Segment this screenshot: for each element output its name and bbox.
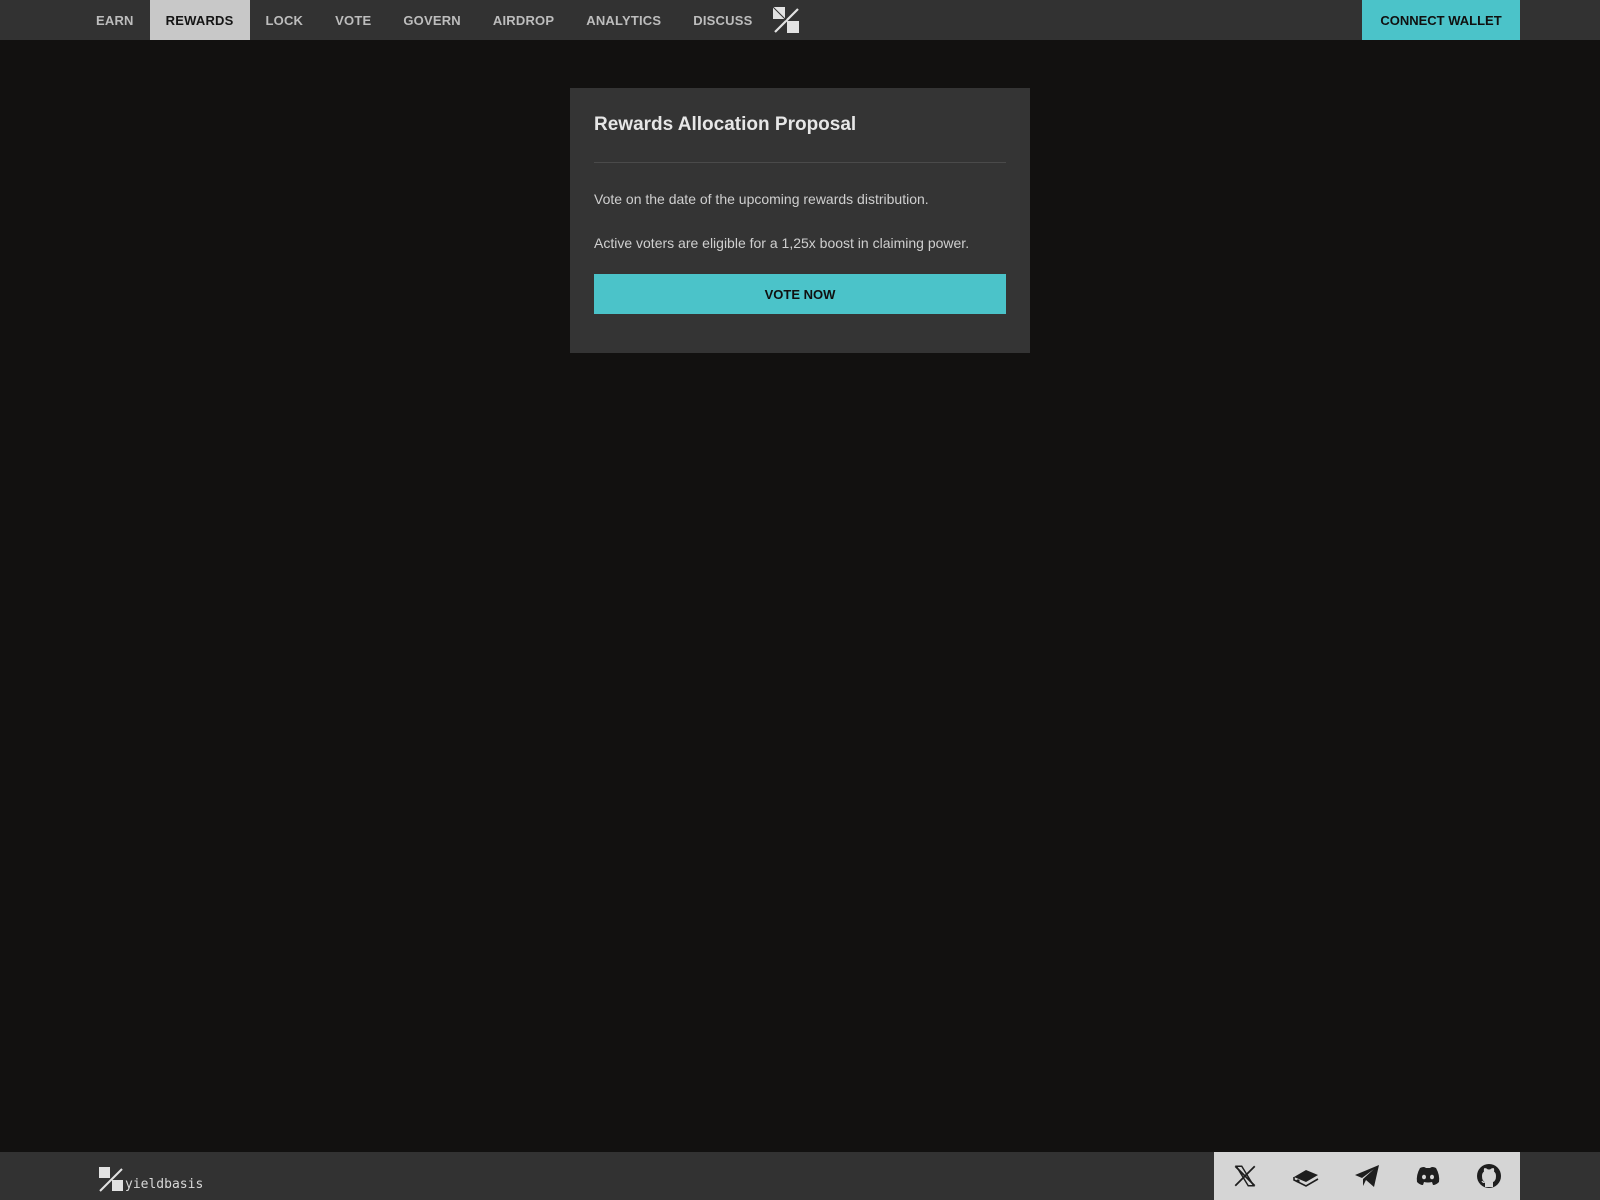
x-icon[interactable] — [1230, 1161, 1260, 1191]
card-divider — [594, 162, 1006, 163]
top-navbar: EARN REWARDS LOCK VOTE GOVERN AIRDROP AN… — [0, 0, 1600, 40]
nav-item-earn[interactable]: EARN — [80, 0, 150, 40]
footer-brand[interactable]: yieldbasis — [98, 1162, 203, 1192]
github-icon[interactable] — [1474, 1161, 1504, 1191]
vote-now-button[interactable]: VOTE NOW — [594, 274, 1006, 314]
proposal-description: Vote on the date of the upcoming rewards… — [594, 191, 929, 207]
proposal-card: Rewards Allocation Proposal Vote on the … — [570, 88, 1030, 353]
main-nav: EARN REWARDS LOCK VOTE GOVERN AIRDROP AN… — [80, 0, 800, 40]
footer: yieldbasis — [0, 1152, 1600, 1200]
nav-item-analytics[interactable]: ANALYTICS — [570, 0, 677, 40]
discord-icon[interactable] — [1413, 1161, 1443, 1191]
telegram-icon[interactable] — [1352, 1161, 1382, 1191]
nav-item-airdrop[interactable]: AIRDROP — [477, 0, 570, 40]
nav-item-vote[interactable]: VOTE — [319, 0, 387, 40]
yieldbasis-logo-icon[interactable] — [768, 0, 800, 40]
yieldbasis-footer-logo-icon — [99, 1167, 123, 1192]
social-links — [1214, 1152, 1520, 1200]
proposal-boost-note: Active voters are eligible for a 1,25x b… — [594, 235, 970, 251]
nav-item-rewards[interactable]: REWARDS — [149, 0, 250, 40]
gitbook-icon[interactable] — [1291, 1161, 1321, 1191]
brand-name: yieldbasis — [125, 1177, 204, 1192]
proposal-title: Rewards Allocation Proposal — [594, 114, 857, 135]
connect-wallet-button[interactable]: CONNECT WALLET — [1362, 0, 1520, 40]
nav-item-discuss[interactable]: DISCUSS — [677, 0, 768, 40]
nav-item-govern[interactable]: GOVERN — [387, 0, 477, 40]
nav-item-lock[interactable]: LOCK — [250, 0, 320, 40]
